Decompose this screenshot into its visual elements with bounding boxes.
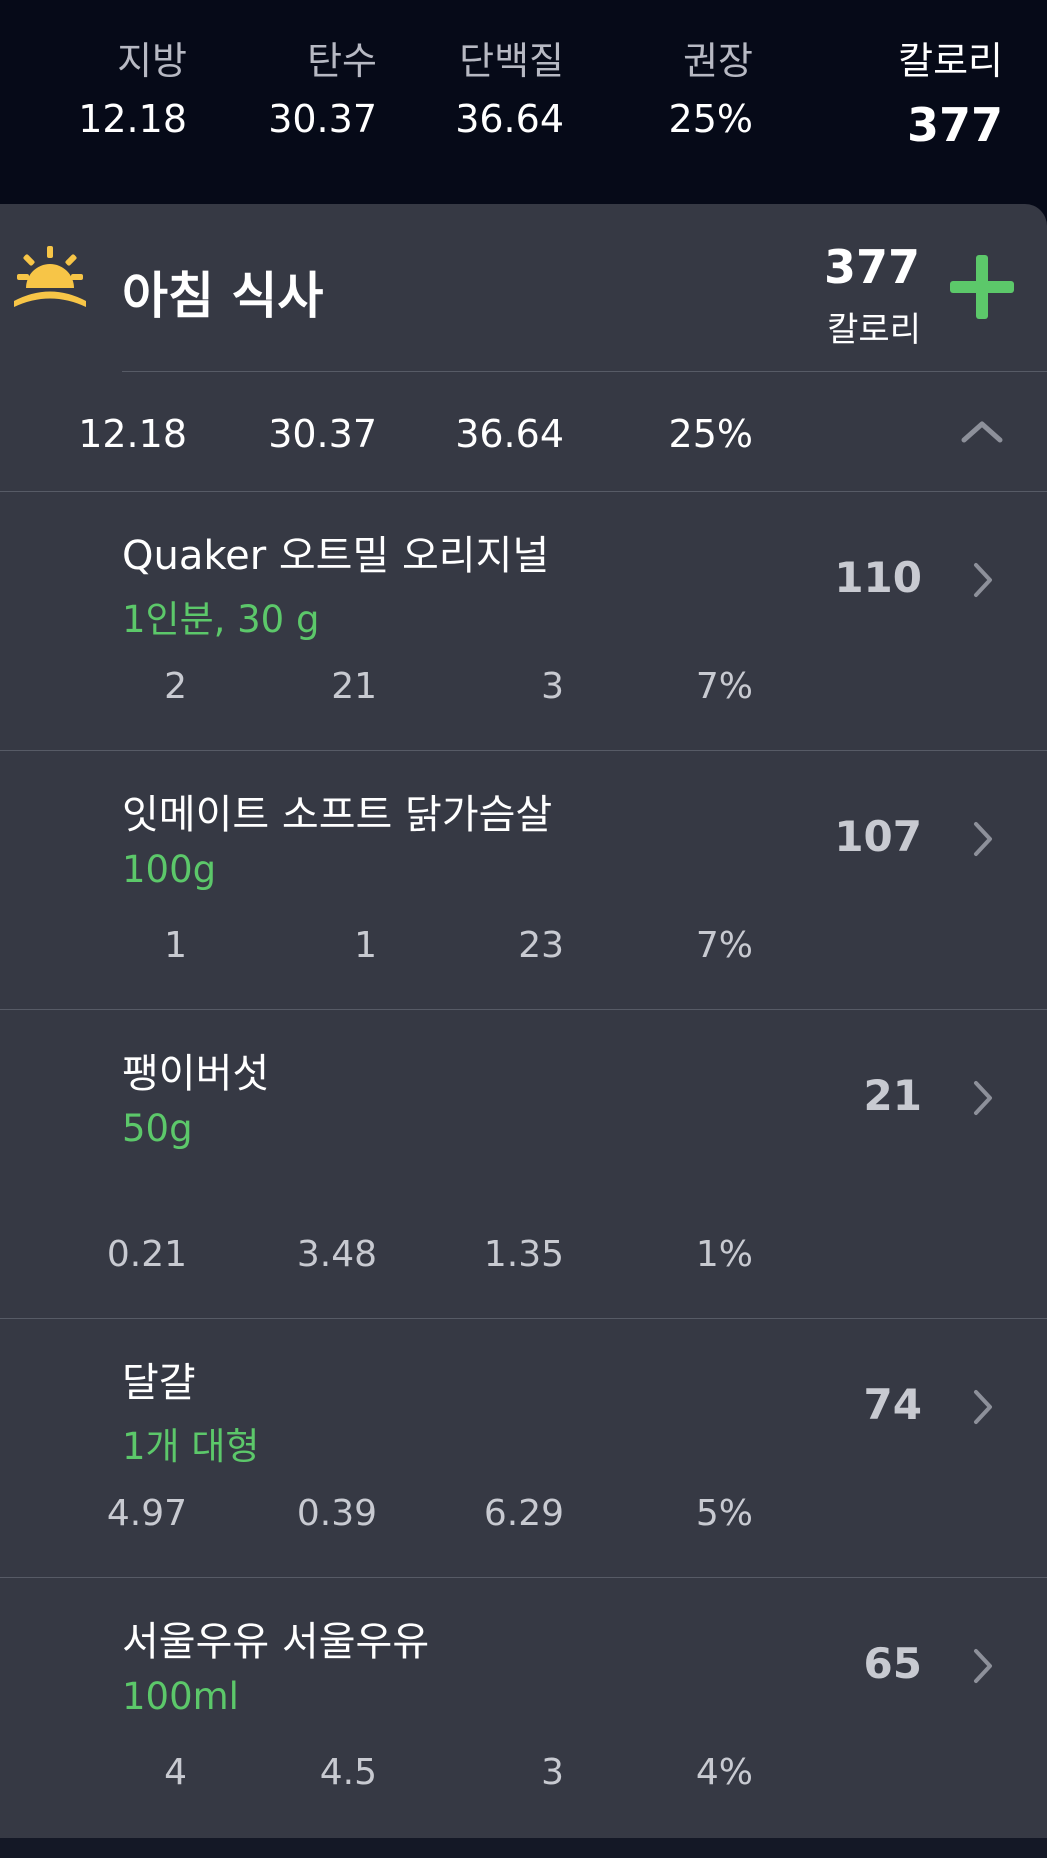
rdi-total: 25% <box>668 97 753 141</box>
rdi-header: 권장 <box>683 39 753 83</box>
food-carbs: 21 <box>331 666 377 707</box>
chevron-right-icon <box>974 1390 992 1424</box>
food-item-egg[interactable]: 달걀 1개 대형 74 4.97 0.39 6.29 5% <box>0 1319 1047 1577</box>
food-protein: 6.29 <box>483 1493 564 1534</box>
protein-header: 단백질 <box>459 39 564 83</box>
food-item-chicken-breast[interactable]: 잇메이트 소프트 닭가슴살 100g 107 1 1 23 7% <box>0 751 1047 1009</box>
food-carbs: 4.5 <box>319 1752 377 1793</box>
food-carbs: 1 <box>354 925 377 966</box>
food-fat: 4 <box>164 1752 187 1793</box>
carbs-header: 탄수 <box>307 39 377 83</box>
chevron-up-icon[interactable] <box>960 416 1004 446</box>
food-name: 팽이버섯 <box>122 1051 270 1097</box>
meal-carbs: 30.37 <box>268 412 377 456</box>
food-name: 서울우유 서울우유 <box>122 1619 430 1665</box>
food-item-enoki-mushroom[interactable]: 팽이버섯 50g 21 0.21 3.48 1.35 1% <box>0 1010 1047 1318</box>
food-amount: 100g <box>122 848 217 891</box>
meal-protein: 36.64 <box>455 412 564 456</box>
chevron-right-icon <box>974 1081 992 1115</box>
food-fat: 0.21 <box>106 1234 187 1275</box>
food-rdi: 1% <box>695 1234 753 1275</box>
food-fat: 4.97 <box>106 1493 187 1534</box>
meal-header: 아침 식사 377 칼로리 <box>0 204 1047 372</box>
meal-calories: 377 <box>823 240 920 294</box>
food-item-milk[interactable]: 서울우유 서울우유 100ml 65 4 4.5 3 4% <box>0 1578 1047 1836</box>
food-calories: 74 <box>863 1380 922 1429</box>
food-amount: 50g <box>122 1107 193 1150</box>
calories-total: 377 <box>906 98 1003 152</box>
food-name: 달걀 <box>122 1360 196 1406</box>
meal-fat: 12.18 <box>78 412 187 456</box>
food-fat: 1 <box>164 925 187 966</box>
food-fat: 2 <box>164 666 187 707</box>
food-protein: 23 <box>518 925 564 966</box>
fat-header: 지방 <box>117 39 187 83</box>
food-item-oatmeal[interactable]: Quaker 오트밀 오리지널 1인분, 30 g 110 2 21 3 7% <box>0 492 1047 750</box>
add-food-button[interactable] <box>950 255 1014 319</box>
chevron-right-icon <box>974 822 992 856</box>
chevron-right-icon <box>974 563 992 597</box>
calories-header: 칼로리 <box>898 39 1003 83</box>
food-calories: 21 <box>863 1071 922 1120</box>
food-name: 잇메이트 소프트 닭가슴살 <box>122 792 553 838</box>
fat-total: 12.18 <box>78 97 187 141</box>
meal-totals-row: 12.18 30.37 36.64 25% <box>0 372 1047 496</box>
food-rdi: 4% <box>695 1752 753 1793</box>
food-protein: 1.35 <box>483 1234 564 1275</box>
food-amount: 1인분, 30 g <box>122 598 320 641</box>
bottom-bar <box>0 1838 1047 1858</box>
food-protein: 3 <box>541 1752 564 1793</box>
meal-rdi: 25% <box>668 412 753 456</box>
food-carbs: 3.48 <box>296 1234 377 1275</box>
food-carbs: 0.39 <box>296 1493 377 1534</box>
chevron-right-icon <box>974 1649 992 1683</box>
food-name: Quaker 오트밀 오리지널 <box>122 533 550 579</box>
food-amount: 1개 대형 <box>122 1425 260 1468</box>
carbs-total: 30.37 <box>268 97 377 141</box>
food-rdi: 7% <box>695 925 753 966</box>
food-calories: 107 <box>834 812 922 861</box>
food-calories: 65 <box>863 1639 922 1688</box>
food-rdi: 7% <box>695 666 753 707</box>
meal-title: 아침 식사 <box>122 267 324 325</box>
daily-summary: 지방 탄수 단백질 권장 칼로리 12.18 30.37 36.64 25% 3… <box>0 0 1047 205</box>
protein-total: 36.64 <box>455 97 564 141</box>
sunrise-icon <box>14 246 86 307</box>
food-protein: 3 <box>541 666 564 707</box>
food-calories: 110 <box>834 553 922 602</box>
food-rdi: 5% <box>695 1493 753 1534</box>
meal-calories-label: 칼로리 <box>827 310 921 350</box>
food-amount: 100ml <box>122 1675 239 1718</box>
meal-card: 아침 식사 377 칼로리 12.18 30.37 36.64 25% Quak… <box>0 204 1047 1838</box>
